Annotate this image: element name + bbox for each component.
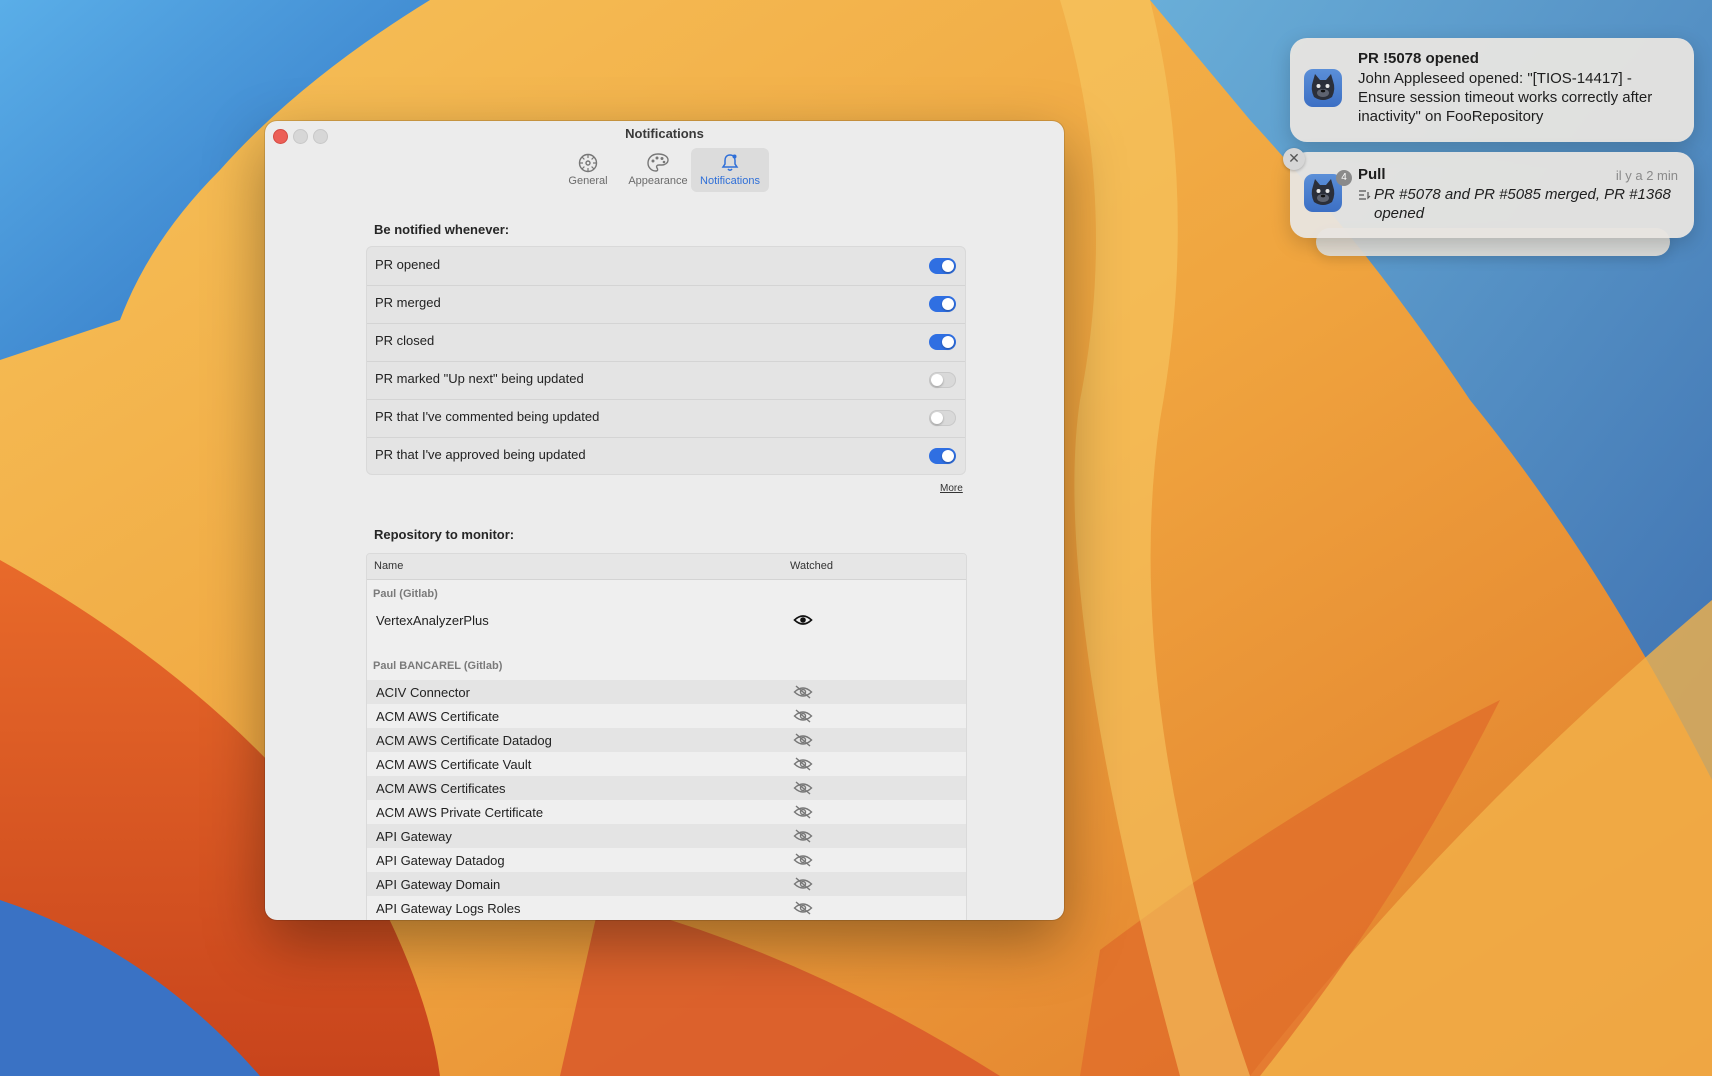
table-row[interactable]: ACM AWS Certificate xyxy=(367,704,966,728)
tab-notifications[interactable]: Notifications xyxy=(691,148,769,192)
notify-option-label: PR opened xyxy=(375,257,441,272)
tab-appearance[interactable]: Appearance xyxy=(620,148,696,192)
eye-icon[interactable] xyxy=(793,613,813,627)
eye-slash-icon[interactable] xyxy=(793,805,813,819)
table-row[interactable]: ACM AWS Certificate Datadog xyxy=(367,728,966,752)
notify-section-heading: Be notified whenever: xyxy=(374,222,510,237)
notification-close-button[interactable]: ✕ xyxy=(1283,148,1305,170)
table-row[interactable]: API Gateway Datadog xyxy=(367,848,966,872)
notification-pull-group[interactable]: 4 Pull il y a 2 min PR #5078 and PR #508… xyxy=(1290,152,1694,238)
notification-pr-opened[interactable]: PR !5078 opened John Appleseed opened: "… xyxy=(1290,38,1694,142)
eye-slash-icon[interactable] xyxy=(793,733,813,747)
merge-icon xyxy=(1359,190,1371,200)
repo-group-label: Paul (Gitlab) xyxy=(373,588,438,600)
repo-name: ACM AWS Certificate Vault xyxy=(376,757,532,772)
notification-time: il y a 2 min xyxy=(1615,168,1678,183)
window-title: Notifications xyxy=(625,126,704,141)
preferences-window: Notifications General Appearance Notific… xyxy=(265,121,1064,920)
repo-name: ACM AWS Certificate Datadog xyxy=(376,733,552,748)
bell-icon xyxy=(721,154,739,171)
table-row[interactable]: ACM AWS Private Certificate xyxy=(367,800,966,824)
repo-name: ACIV Connector xyxy=(376,685,470,700)
toggle-switch[interactable] xyxy=(929,258,956,274)
notify-option-label: PR that I've approved being updated xyxy=(375,447,586,462)
tab-general[interactable]: General xyxy=(561,148,615,192)
more-link[interactable]: More xyxy=(940,483,963,494)
eye-slash-icon[interactable] xyxy=(793,781,813,795)
table-row[interactable]: ACM AWS Certificate Vault xyxy=(367,752,966,776)
toggle-switch[interactable] xyxy=(929,296,956,312)
repo-name: ACM AWS Certificates xyxy=(376,781,506,796)
notify-option-row: PR closed xyxy=(367,323,965,362)
notify-option-label: PR closed xyxy=(375,333,435,348)
eye-slash-icon[interactable] xyxy=(793,829,813,843)
notify-options-group: PR opened PR merged PR closed PR marked … xyxy=(366,246,966,475)
notification-body: PR #5078 and PR #5085 merged, PR #1368 o… xyxy=(1374,186,1671,222)
table-row[interactable]: API Gateway Logs Roles xyxy=(367,896,966,920)
notify-option-row: PR that I've approved being updated xyxy=(367,437,965,475)
table-row[interactable]: API Gateway xyxy=(367,824,966,848)
toggle-switch[interactable] xyxy=(929,410,956,426)
table-row[interactable]: API Gateway Domain xyxy=(367,872,966,896)
notification-title: Pull xyxy=(1358,166,1386,183)
palette-icon xyxy=(647,153,669,172)
notify-option-row: PR opened xyxy=(367,247,965,286)
repo-name: VertexAnalyzerPlus xyxy=(376,613,489,628)
repo-name: ACM AWS Private Certificate xyxy=(376,805,544,820)
notify-option-label: PR merged xyxy=(375,295,441,310)
dog-app-icon xyxy=(1311,74,1335,100)
table-row[interactable]: ACM AWS Certificates xyxy=(367,776,966,800)
app-icon xyxy=(1304,69,1342,107)
repository-table: Name Watched Paul (Gitlab) VertexAnalyze… xyxy=(366,553,967,920)
column-header-watched[interactable]: Watched xyxy=(790,560,833,572)
close-icon: ✕ xyxy=(1288,150,1300,166)
eye-slash-icon[interactable] xyxy=(793,685,813,699)
notify-option-label: PR marked "Up next" being updated xyxy=(375,371,584,386)
table-row[interactable]: ACIV Connector xyxy=(367,680,966,704)
repos-section-heading: Repository to monitor: xyxy=(374,527,515,542)
repo-name: API Gateway xyxy=(376,829,452,844)
repo-name: ACM AWS Certificate xyxy=(376,709,500,724)
repo-name: API Gateway Datadog xyxy=(376,853,505,868)
repo-name: API Gateway Logs Roles xyxy=(376,901,521,916)
eye-slash-icon[interactable] xyxy=(793,757,813,771)
notification-body: John Appleseed opened: "[TIOS-14417] - E… xyxy=(1358,70,1653,125)
gear-icon xyxy=(578,153,598,173)
table-row[interactable]: VertexAnalyzerPlus xyxy=(367,608,966,632)
tab-appearance-label: Appearance xyxy=(628,175,688,187)
eye-slash-icon[interactable] xyxy=(793,877,813,891)
tab-general-label: General xyxy=(568,175,608,187)
notify-option-label: PR that I've commented being updated xyxy=(375,409,600,424)
notification-title: PR !5078 opened xyxy=(1358,50,1479,67)
toggle-switch[interactable] xyxy=(929,448,956,464)
notify-option-row: PR that I've commented being updated xyxy=(367,399,965,438)
eye-slash-icon[interactable] xyxy=(793,709,813,723)
table-header: Name Watched xyxy=(367,554,966,580)
notify-option-row: PR marked "Up next" being updated xyxy=(367,361,965,400)
eye-slash-icon[interactable] xyxy=(793,853,813,867)
notify-option-row: PR merged xyxy=(367,285,965,324)
toggle-switch[interactable] xyxy=(929,334,956,350)
repo-group-label: Paul BANCAREL (Gitlab) xyxy=(373,660,503,672)
tab-notifications-label: Notifications xyxy=(700,175,760,187)
eye-slash-icon[interactable] xyxy=(793,901,813,915)
repo-name: API Gateway Domain xyxy=(376,877,501,892)
column-header-name[interactable]: Name xyxy=(374,560,403,572)
notification-count-badge: 4 xyxy=(1336,170,1352,186)
preferences-toolbar: General Appearance Notifications xyxy=(265,148,1064,192)
toggle-switch[interactable] xyxy=(929,372,956,388)
